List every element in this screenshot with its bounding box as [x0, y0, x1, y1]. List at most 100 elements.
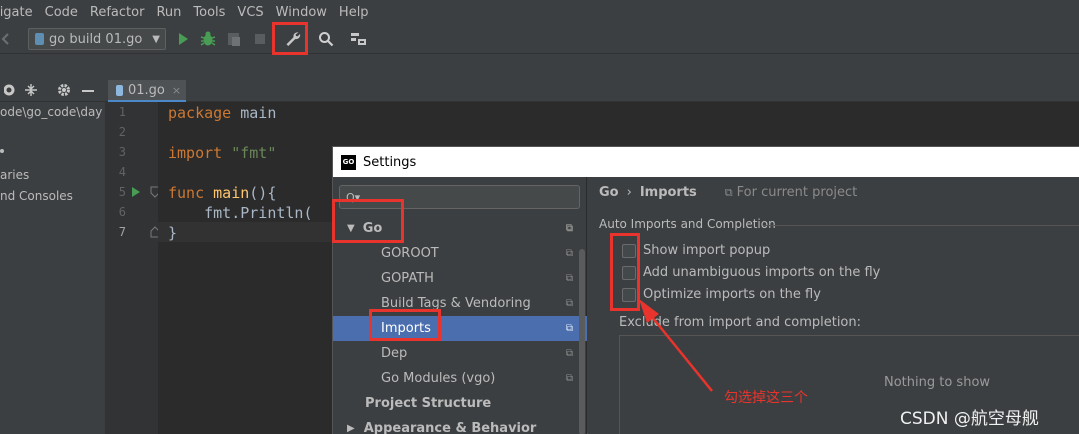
- tree-scrollbar[interactable]: [579, 249, 585, 434]
- ide-window: vigate Code Refactor Run Tools VCS Windo…: [0, 0, 1079, 434]
- goland-logo-icon: GO: [341, 154, 356, 170]
- copy-icon: ⧉: [565, 348, 573, 359]
- copy-icon: ⧉: [565, 298, 573, 309]
- line-number: 4: [118, 165, 126, 179]
- close-icon[interactable]: ×: [172, 84, 181, 97]
- section-divider: [763, 225, 1079, 226]
- menu-vcs[interactable]: VCS: [231, 5, 269, 20]
- coverage-icon[interactable]: [224, 28, 244, 50]
- tree-item-go-modules[interactable]: Go Modules (vgo) ⧉: [333, 366, 587, 391]
- copy-icon: ⧉: [565, 223, 573, 234]
- tree-item-label: Appearance & Behavior: [363, 421, 537, 434]
- line-number: 1: [118, 105, 126, 119]
- tree-item-libraries[interactable]: aries: [0, 168, 29, 182]
- chevron-down-icon: ▼: [152, 33, 160, 45]
- menu-code[interactable]: Code: [39, 5, 84, 20]
- breadcrumb-current: Imports: [639, 185, 697, 200]
- project-panel: ode\go_code\day aries nd Consoles: [0, 102, 106, 434]
- dialog-title: Settings: [363, 154, 417, 170]
- run-configuration-dropdown[interactable]: go build 01.go ▼: [28, 28, 166, 50]
- tab-label: 01.go: [128, 82, 165, 98]
- dialog-title-bar[interactable]: GO Settings: [333, 147, 1079, 177]
- line-number: 3: [118, 145, 126, 159]
- tree-item-label: GOPATH: [381, 271, 434, 286]
- line-number: 6: [118, 205, 126, 219]
- code-token: import: [168, 144, 223, 162]
- line-number: 7: [118, 225, 126, 239]
- globe-icon[interactable]: [3, 83, 18, 101]
- code-token: (){: [249, 184, 277, 202]
- copy-icon: ⧉: [724, 185, 733, 199]
- main-toolbar: go build 01.go ▼: [0, 22, 1079, 55]
- code-line[interactable]: import "fmt": [168, 144, 276, 162]
- tree-item-appearance-behavior[interactable]: ▶ Appearance & Behavior: [333, 416, 587, 434]
- code-token: main: [231, 104, 277, 122]
- option-show-import-popup[interactable]: Show import popup: [622, 243, 770, 258]
- option-add-unambiguous-imports[interactable]: Add unambiguous imports on the fly: [622, 265, 880, 280]
- wrench-highlight-box: [272, 22, 308, 55]
- collapse-all-icon[interactable]: [24, 83, 38, 101]
- code-token: func: [168, 184, 205, 202]
- tree-item-dep[interactable]: Dep ⧉: [333, 341, 587, 366]
- code-line[interactable]: }: [168, 224, 177, 242]
- option-label: Show import popup: [643, 243, 771, 258]
- run-gutter-icon[interactable]: [131, 186, 141, 202]
- tree-item-goroot[interactable]: GOROOT ⧉: [333, 241, 587, 266]
- tab-01-go[interactable]: 01.go ×: [108, 80, 186, 102]
- copy-icon: ⧉: [565, 373, 573, 384]
- minimize-icon[interactable]: [82, 90, 94, 92]
- menu-run[interactable]: Run: [150, 5, 187, 20]
- copy-icon: ⧉: [565, 273, 573, 284]
- line-number-gutter: 1 2 3 4 5 6 7: [106, 102, 160, 434]
- project-path[interactable]: ode\go_code\day: [0, 105, 102, 119]
- tree-item-label: Project Structure: [365, 396, 492, 411]
- menu-tools[interactable]: Tools: [187, 5, 231, 20]
- tree-item-gopath[interactable]: GOPATH ⧉: [333, 266, 587, 291]
- code-token: }: [168, 224, 178, 242]
- menu-window[interactable]: Window: [270, 5, 333, 20]
- option-label: Add unambiguous imports on the fly: [643, 265, 881, 280]
- breadcrumb: Go › Imports ⧉ For current project: [599, 185, 857, 200]
- code-line[interactable]: fmt.Println(: [168, 204, 312, 222]
- structure-icon[interactable]: [349, 28, 369, 50]
- tree-bullet-icon: [0, 149, 4, 153]
- code-line[interactable]: func main(){: [168, 184, 276, 202]
- copy-icon: ⧉: [565, 323, 573, 334]
- empty-list-text: Nothing to show: [884, 375, 991, 390]
- stop-icon[interactable]: [250, 28, 270, 50]
- back-arrow-icon[interactable]: [0, 32, 10, 46]
- gear-icon[interactable]: [57, 83, 71, 101]
- editor-tab-bar: 01.go ×: [0, 80, 1079, 102]
- breadcrumb-parent[interactable]: Go: [599, 185, 619, 200]
- go-file-icon: [116, 84, 123, 96]
- search-icon[interactable]: [316, 28, 336, 50]
- menu-navigate[interactable]: vigate: [0, 5, 39, 20]
- run-icon[interactable]: [173, 28, 193, 50]
- menu-bar: vigate Code Refactor Run Tools VCS Windo…: [0, 0, 1079, 24]
- tree-item-consoles[interactable]: nd Consoles: [0, 189, 73, 203]
- tree-item-label: Dep: [381, 346, 408, 361]
- tree-item-project-structure[interactable]: Project Structure: [333, 391, 587, 416]
- go-highlight-box: [332, 199, 404, 243]
- menu-refactor[interactable]: Refactor: [84, 5, 151, 20]
- watermark: CSDN @航空母舰: [900, 409, 1039, 429]
- tree-item-label: GOROOT: [381, 246, 439, 261]
- code-line[interactable]: package main: [168, 104, 276, 122]
- annotation-text: 勾选掉这三个: [724, 390, 808, 406]
- code-token: main: [213, 184, 250, 202]
- tree-item-label: Go Modules (vgo): [381, 371, 496, 386]
- line-number: 2: [118, 125, 126, 139]
- run-config-label: go build 01.go: [49, 31, 143, 47]
- scope-label: For current project: [736, 185, 858, 200]
- breadcrumb-separator: ›: [626, 185, 632, 200]
- menu-help[interactable]: Help: [333, 5, 375, 20]
- annotation-arrow-icon: [639, 299, 713, 392]
- debug-icon[interactable]: [198, 28, 218, 50]
- imports-highlight-box: [369, 309, 441, 341]
- expand-arrow-icon[interactable]: ▶: [347, 423, 355, 434]
- code-token: package: [168, 104, 232, 122]
- copy-icon: ⧉: [565, 248, 573, 259]
- line-number: 5: [118, 185, 126, 199]
